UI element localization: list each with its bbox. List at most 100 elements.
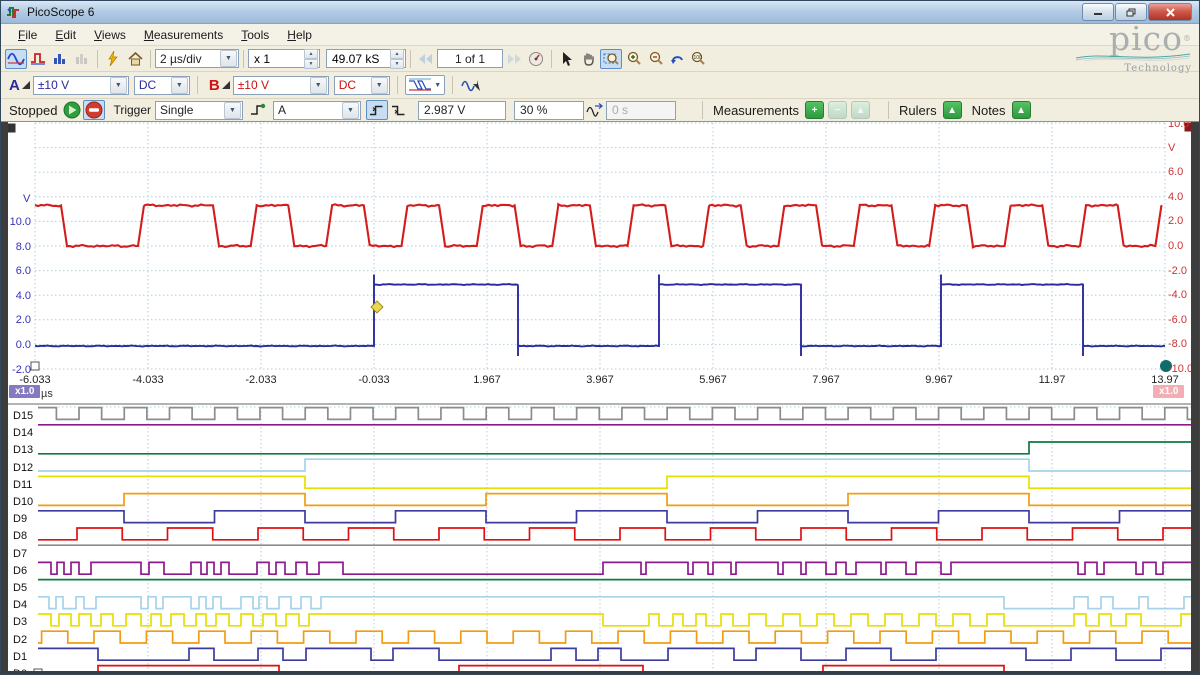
digital-channels-button[interactable]: ▼	[405, 75, 445, 95]
menu-views[interactable]: Views	[85, 26, 135, 44]
digital-trace-d15	[38, 408, 1191, 420]
rising-edge-button[interactable]	[366, 100, 388, 120]
menu-edit[interactable]: Edit	[46, 26, 85, 44]
undo-zoom-button[interactable]	[666, 49, 688, 69]
digital-channel-label: D7	[13, 548, 27, 560]
falling-edge-button[interactable]	[388, 100, 410, 120]
digital-channel-label: D8	[13, 530, 27, 542]
digital-trace-d4	[38, 597, 1191, 609]
channel-a-options-icon[interactable]	[22, 81, 30, 89]
spectrum-view-button[interactable]	[27, 49, 49, 69]
digital-trace-d13	[38, 442, 1191, 454]
rulers-toggle-button[interactable]: ▲	[943, 101, 962, 119]
zoom-in-button[interactable]	[622, 49, 644, 69]
buffer-navigator-button[interactable]	[525, 49, 547, 69]
zoom-badge-left: x1.0	[9, 385, 40, 398]
channel-b-label: B	[209, 77, 220, 94]
add-measurement-button[interactable]: +	[805, 101, 824, 119]
scope-view-button[interactable]	[5, 49, 27, 69]
digital-trace-d8	[38, 528, 1191, 540]
scope-plot[interactable]	[1, 122, 1199, 674]
prev-buffer-button[interactable]	[415, 49, 437, 69]
zoom-factor-spinner[interactable]: x 1 ▲▼	[248, 49, 320, 68]
home-button[interactable]	[124, 49, 146, 69]
notes-toggle-button[interactable]: ▲	[1012, 101, 1031, 119]
chevron-down-icon: ▼	[371, 77, 388, 94]
samples-spinner[interactable]: 49.07 kS ▲▼	[326, 49, 406, 68]
channel-b-options-icon[interactable]	[222, 81, 230, 89]
persistence-view-button[interactable]	[71, 49, 93, 69]
chevron-down-icon: ▼	[434, 82, 441, 89]
spin-down-icon: ▼	[304, 59, 318, 69]
app-icon	[6, 5, 21, 19]
zoom-box-tool-button[interactable]	[600, 49, 622, 69]
channel-a-coupling-select[interactable]: DC ▼	[134, 76, 190, 95]
hand-tool-button[interactable]	[578, 49, 600, 69]
channels-toolbar: A ±10 V ▼ DC ▼ B ±10 V ▼ DC ▼ ▼	[1, 72, 1199, 99]
picoscope-window: PicoScope 6 FileEditViewsMeasurementsToo…	[0, 0, 1200, 675]
histogram-view-button[interactable]	[49, 49, 71, 69]
probe-setup-button[interactable]	[460, 75, 482, 95]
trigger-mode-select[interactable]: Single ▼	[155, 101, 243, 120]
viewport-left-edge	[1, 122, 8, 674]
menu-tools[interactable]: Tools	[232, 26, 278, 44]
channel-a-range-select[interactable]: ±10 V ▼	[33, 76, 129, 95]
menu-help[interactable]: Help	[278, 26, 321, 44]
zoom-out-button[interactable]	[644, 49, 666, 69]
digital-channel-label: D10	[13, 496, 33, 508]
spin-up-icon: ▲	[304, 49, 318, 59]
normal-cursor-button[interactable]	[556, 49, 578, 69]
channel-b-range-select[interactable]: ±10 V ▼	[233, 76, 329, 95]
samples-value: 49.07 kS	[327, 52, 390, 66]
timebase-select[interactable]: 2 µs/div ▼	[155, 49, 239, 68]
trigger-delay-field[interactable]: 0 s	[606, 101, 676, 120]
trigger-delay-icon[interactable]	[584, 100, 606, 120]
capture-toolbar: 2 µs/div ▼ x 1 ▲▼ 49.07 kS ▲▼ 1 of 1 100	[1, 46, 1199, 72]
minimize-button[interactable]	[1082, 3, 1114, 21]
trigger-level-field[interactable]: 2.987 V	[418, 101, 506, 120]
stop-capture-button[interactable]	[83, 100, 105, 120]
digital-channel-label: D14	[13, 427, 33, 439]
digital-trace-d2	[38, 631, 1191, 643]
chevron-down-icon: ▼	[224, 102, 241, 119]
x-axis-label: -0.033	[358, 374, 389, 386]
remove-measurement-button[interactable]: −	[828, 101, 847, 119]
restore-button[interactable]	[1115, 3, 1147, 21]
menu-file[interactable]: File	[9, 26, 46, 44]
digital-channel-label: D1	[13, 651, 27, 663]
buffer-position-value: 1 of 1	[455, 52, 485, 66]
digital-trace-d12	[38, 459, 1191, 471]
x-axis-label: 5.967	[699, 374, 727, 386]
menu-measurements[interactable]: Measurements	[135, 26, 232, 44]
digital-channel-label: D11	[13, 479, 32, 491]
channel-a-axis-handle[interactable]	[31, 362, 39, 370]
viewport-bottom-edge	[1, 671, 1199, 674]
right-axis-label: 2.0	[1168, 216, 1183, 227]
measurements-collapse-button[interactable]: ▲	[851, 101, 870, 119]
start-capture-button[interactable]	[61, 100, 83, 120]
advanced-trigger-button[interactable]	[247, 100, 269, 120]
channel-a-coupling-value: DC	[135, 78, 170, 92]
waveform-stage: V10.08.06.04.02.00.0-2.010.0V6.04.02.00.…	[1, 122, 1199, 674]
zoom-full-button[interactable]: 100	[688, 49, 710, 69]
channel-b-coupling-value: DC	[335, 78, 370, 92]
x-axis-label: 11.97	[1039, 374, 1066, 386]
close-button[interactable]	[1148, 3, 1192, 21]
trigger-source-select[interactable]: A ▼	[273, 101, 361, 120]
x-axis-label: 7.967	[812, 374, 840, 386]
digital-channel-label: D6	[13, 565, 27, 577]
x-axis-unit: µs	[41, 388, 53, 400]
spin-down-icon: ▼	[390, 59, 404, 69]
auto-setup-button[interactable]	[102, 49, 124, 69]
channel-b-coupling-select[interactable]: DC ▼	[334, 76, 390, 95]
channel-a-range-value: ±10 V	[34, 78, 109, 92]
trigger-marker-diamond[interactable]	[371, 301, 383, 313]
pre-trigger-field[interactable]: 30 %	[514, 101, 584, 120]
next-buffer-button[interactable]	[503, 49, 525, 69]
trigger-mode-value: Single	[156, 103, 223, 117]
axis-collapse-square[interactable]	[7, 124, 15, 132]
spin-up-icon: ▲	[390, 49, 404, 59]
buffer-position-field[interactable]: 1 of 1	[437, 49, 503, 68]
chevron-down-icon: ▼	[110, 77, 127, 94]
x-axis-label: -2.033	[245, 374, 276, 386]
